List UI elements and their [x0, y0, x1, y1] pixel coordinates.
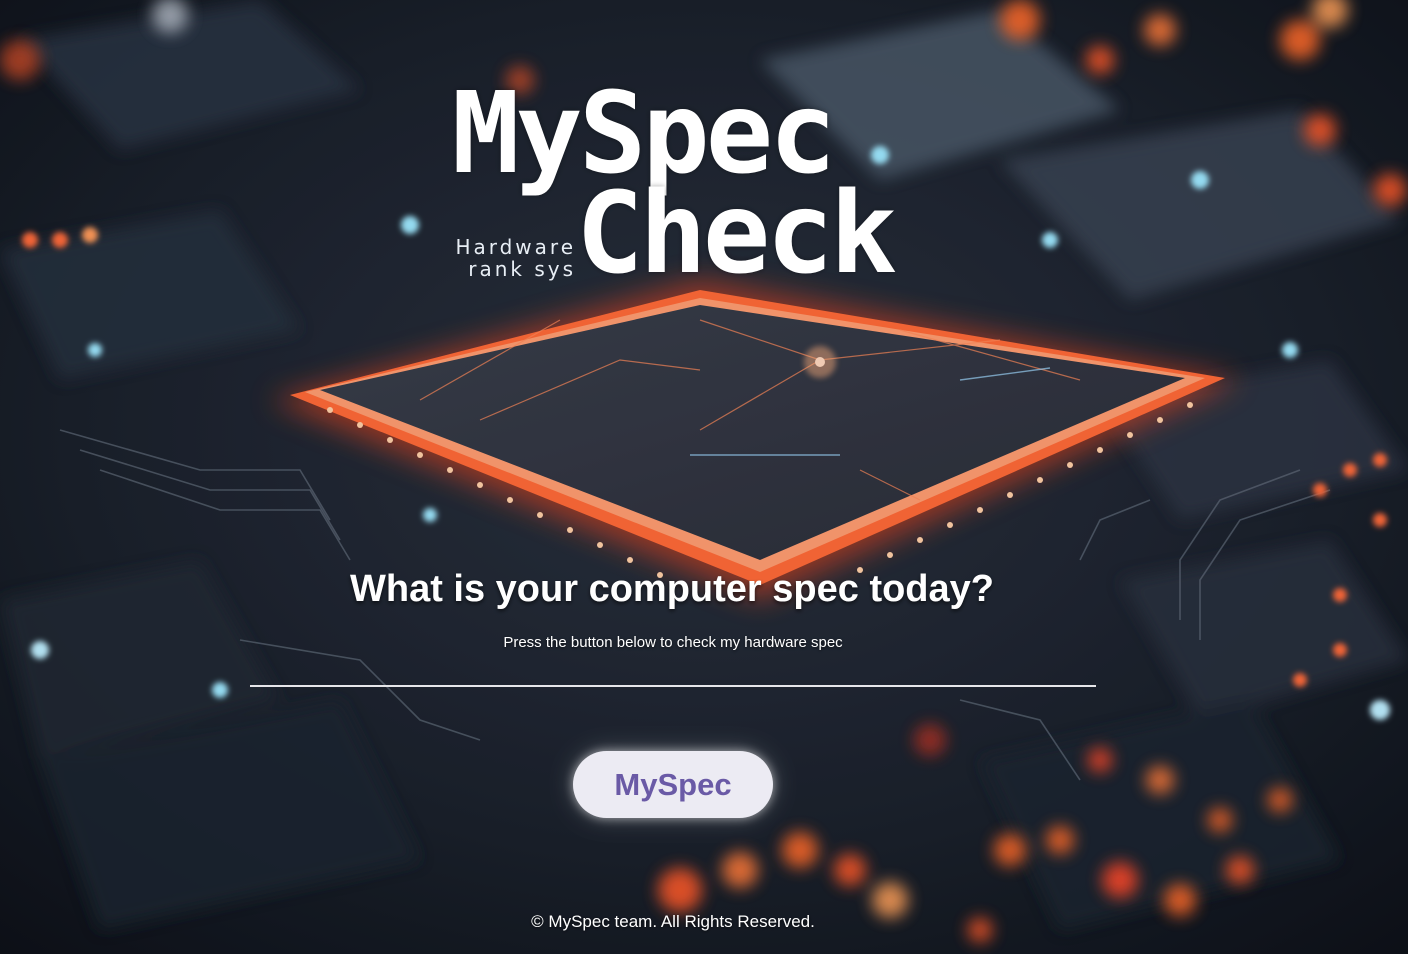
logo-title-check: Check	[576, 169, 897, 299]
hero-subtext: Press the button below to check my hardw…	[503, 634, 843, 651]
logo: MySpec Check Hardware rank sys	[448, 78, 897, 290]
myspec-button[interactable]: MySpec	[573, 751, 773, 818]
footer-copyright: © MySpec team. All Rights Reserved.	[531, 912, 815, 931]
logo-tagline: Hardware rank sys	[452, 236, 576, 280]
logo-tagline-line2: rank sys	[468, 257, 576, 281]
hero-headline: What is your computer spec today?	[350, 568, 994, 610]
divider-line	[250, 685, 1096, 687]
logo-tagline-line1: Hardware	[455, 235, 576, 259]
